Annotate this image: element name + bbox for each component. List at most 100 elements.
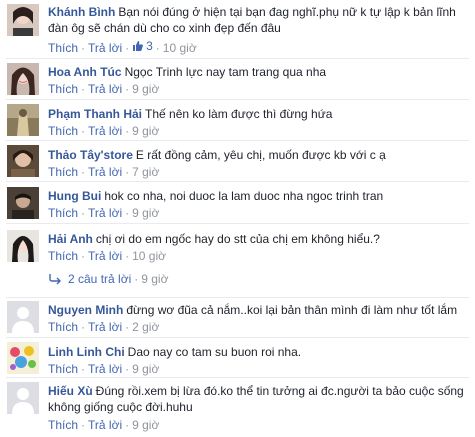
separator: · bbox=[134, 272, 139, 286]
avatar[interactable] bbox=[7, 63, 39, 95]
avatar[interactable] bbox=[7, 145, 39, 177]
comment-text: Ngọc Trinh lực nay tam trang qua nha bbox=[124, 65, 327, 79]
reply-link[interactable]: Trả lời bbox=[88, 249, 122, 263]
divider bbox=[6, 297, 469, 298]
separator: · bbox=[155, 41, 160, 55]
divider bbox=[6, 337, 469, 338]
like-link[interactable]: Thích bbox=[48, 165, 78, 179]
separator: · bbox=[81, 249, 86, 263]
reply-link[interactable]: Trả lời bbox=[88, 320, 122, 334]
comment-actions: Thích · Trả lời · 9 giờ bbox=[48, 81, 469, 97]
comment-text: hok co nha, noi duoc la lam duoc nha ngo… bbox=[104, 189, 384, 203]
separator: · bbox=[81, 82, 86, 96]
comment-actions: Thích · Trả lời · 9 giờ bbox=[48, 205, 469, 221]
comment-body: Linh Linh Chi Dao nay co tam su buon roi … bbox=[48, 344, 469, 360]
separator: · bbox=[81, 41, 86, 55]
comment-time[interactable]: 10 giờ bbox=[163, 41, 197, 55]
comment-body: Hung Bui hok co nha, noi duoc la lam duoc… bbox=[48, 188, 469, 204]
comment-body: Hiếu Xù Đúng rồi.xem bị lừa đó.ko thể tin… bbox=[48, 383, 469, 415]
comment-author[interactable]: Thảo Tây'store bbox=[48, 148, 133, 162]
avatar[interactable] bbox=[7, 382, 39, 414]
comment-text: E rất đồng cảm, yêu chị, muốn được kb vớ… bbox=[135, 148, 386, 162]
separator: · bbox=[125, 124, 130, 138]
comment-text: Đúng rồi.xem bị lừa đó.ko thể tin tưởng … bbox=[48, 384, 464, 414]
comment-author[interactable]: Hung Bui bbox=[48, 189, 101, 203]
comment-body: Thảo Tây'store E rất đồng cảm, yêu chị, m… bbox=[48, 147, 469, 163]
like-link[interactable]: Thích bbox=[48, 82, 78, 96]
comment-author[interactable]: Hoa Anh Túc bbox=[48, 65, 122, 79]
like-link[interactable]: Thích bbox=[48, 418, 78, 432]
reply-link[interactable]: Trả lời bbox=[88, 82, 122, 96]
avatar[interactable] bbox=[7, 187, 39, 219]
separator: · bbox=[125, 82, 130, 96]
avatar[interactable] bbox=[7, 104, 39, 136]
comment-text: đừng wơ đũa cả nắm..koi lại bản thân mìn… bbox=[126, 303, 458, 317]
separator: · bbox=[125, 362, 130, 376]
comment-time[interactable]: 7 giờ bbox=[132, 165, 159, 179]
comment-author[interactable]: Nguyen Minh bbox=[48, 303, 123, 317]
comment-text: chị ơi do em ngốc hay do stt của chị em … bbox=[95, 232, 380, 246]
avatar[interactable] bbox=[7, 4, 39, 36]
comment-author[interactable]: Linh Linh Chi bbox=[48, 345, 125, 359]
like-link[interactable]: Thích bbox=[48, 249, 78, 263]
reply-link[interactable]: Trả lời bbox=[88, 206, 122, 220]
comment-time[interactable]: 2 giờ bbox=[132, 320, 159, 334]
like-link[interactable]: Thích bbox=[48, 41, 78, 55]
separator: · bbox=[125, 249, 130, 263]
separator: · bbox=[81, 206, 86, 220]
comment-author[interactable]: Khánh Bình bbox=[48, 5, 115, 19]
comment-time[interactable]: 10 giờ bbox=[132, 249, 166, 263]
reply-link[interactable]: Trả lời bbox=[88, 124, 122, 138]
comment-time[interactable]: 9 giờ bbox=[132, 206, 159, 220]
separator: · bbox=[81, 124, 86, 138]
divider bbox=[6, 58, 469, 59]
replies-time: 9 giờ bbox=[141, 272, 169, 286]
comment-author[interactable]: Hải Anh bbox=[48, 232, 93, 246]
separator: · bbox=[81, 165, 86, 179]
comment-time[interactable]: 9 giờ bbox=[132, 82, 159, 96]
comment-body: Phạm Thanh Hải Thế nên ko làm được thì đừ… bbox=[48, 106, 469, 122]
reply-link[interactable]: Trả lời bbox=[88, 362, 122, 376]
comment-text: Thế nên ko làm được thì đừng hứa bbox=[145, 107, 333, 121]
comment-actions: Thích · Trả lời · 3 · 10 giờ bbox=[48, 38, 469, 55]
comment-actions: Thích · Trả lời · 10 giờ bbox=[48, 248, 469, 264]
divider bbox=[6, 181, 469, 182]
comment-text: Dao nay co tam su buon roi nha. bbox=[127, 345, 302, 359]
divider bbox=[6, 140, 469, 141]
comment-actions: Thích · Trả lời · 9 giờ bbox=[48, 361, 469, 377]
like-link[interactable]: Thích bbox=[48, 320, 78, 334]
comment-time[interactable]: 9 giờ bbox=[132, 362, 159, 376]
like-count[interactable]: 3 bbox=[132, 38, 153, 54]
comment-actions: Thích · Trả lời · 9 giờ bbox=[48, 123, 469, 139]
avatar[interactable] bbox=[7, 230, 39, 262]
reply-link[interactable]: Trả lời bbox=[88, 418, 122, 432]
comment-author[interactable]: Hiếu Xù bbox=[48, 384, 93, 398]
separator: · bbox=[125, 320, 130, 334]
like-link[interactable]: Thích bbox=[48, 124, 78, 138]
comment-body: Hải Anh chị ơi do em ngốc hay do stt của … bbox=[48, 231, 469, 247]
replies-count[interactable]: 2 câu trả lời bbox=[68, 272, 131, 286]
view-replies-link[interactable]: 2 câu trả lời · 9 giờ bbox=[48, 270, 168, 288]
comment-author[interactable]: Phạm Thanh Hải bbox=[48, 107, 142, 121]
separator: · bbox=[125, 41, 130, 55]
comment-actions: Thích · Trả lời · 2 giờ bbox=[48, 319, 469, 335]
like-count-value: 3 bbox=[146, 39, 153, 53]
comment-time[interactable]: 9 giờ bbox=[132, 418, 159, 432]
separator: · bbox=[125, 418, 130, 432]
separator: · bbox=[81, 418, 86, 432]
avatar[interactable] bbox=[7, 342, 39, 374]
separator: · bbox=[81, 320, 86, 334]
comment-body: Khánh Bình Bạn nói đúng ở hiện tại bạn đa… bbox=[48, 4, 469, 36]
reply-link[interactable]: Trả lời bbox=[88, 41, 122, 55]
comment-time[interactable]: 9 giờ bbox=[132, 124, 159, 138]
like-link[interactable]: Thích bbox=[48, 362, 78, 376]
comment-actions: Thích · Trả lời · 9 giờ bbox=[48, 417, 469, 433]
comment-body: Hoa Anh Túc Ngọc Trinh lực nay tam trang … bbox=[48, 64, 469, 80]
divider bbox=[6, 223, 469, 224]
separator: · bbox=[125, 206, 130, 220]
reply-link[interactable]: Trả lời bbox=[88, 165, 122, 179]
avatar[interactable] bbox=[7, 301, 39, 333]
divider bbox=[6, 377, 469, 378]
like-link[interactable]: Thích bbox=[48, 206, 78, 220]
divider bbox=[6, 99, 469, 100]
